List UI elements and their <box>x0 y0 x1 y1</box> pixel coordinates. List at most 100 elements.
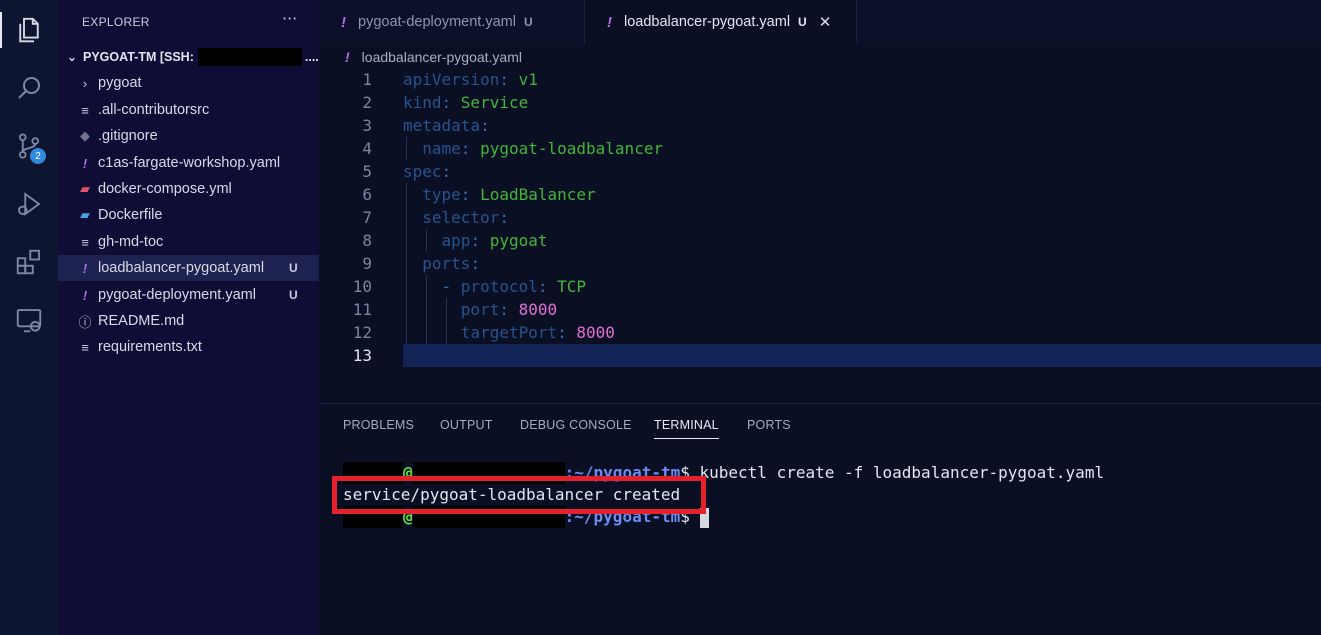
yaml-key: ports <box>422 254 471 273</box>
command-text: kubectl create -f loadbalancer-pygoat.ya… <box>699 463 1105 482</box>
line-number: 5 <box>362 162 372 181</box>
tree-item-all-contributorsrc[interactable]: ≡ .all-contributorsrc <box>58 97 319 123</box>
yaml-colon: : <box>460 185 481 204</box>
yaml-colon: : <box>499 208 509 227</box>
code-line[interactable]: 5 spec: <box>319 160 1321 183</box>
explorer-activity-button[interactable] <box>0 6 58 54</box>
code-line[interactable]: 9 ports: <box>319 252 1321 275</box>
yaml-value: LoadBalancer <box>480 185 596 204</box>
info-icon: ⓘ <box>78 314 92 330</box>
remote-explorer-icon <box>16 309 42 333</box>
yaml-key: spec <box>403 162 442 181</box>
docker-icon: ▰ <box>80 207 90 222</box>
tab-ports[interactable]: PORTS <box>747 418 791 432</box>
untracked-badge: U <box>289 261 298 275</box>
code-line[interactable]: 1 apiVersion: v1 <box>319 68 1321 91</box>
folder-ellipsis: .... <box>304 50 319 64</box>
tree-item-gitignore[interactable]: ◆ .gitignore <box>58 123 319 149</box>
code-line[interactable]: 3 metadata: <box>319 114 1321 137</box>
yaml-colon: : <box>441 162 452 181</box>
tree-item-c1as-fargate-workshop[interactable]: ! c1as-fargate-workshop.yaml <box>58 150 319 176</box>
line-content: kind: Service <box>403 91 528 114</box>
tree-item-label: pygoat-deployment.yaml <box>98 287 256 303</box>
code-line[interactable]: 8 app: pygoat <box>319 229 1321 252</box>
code-line[interactable]: 11 port: 8000 <box>319 298 1321 321</box>
code-line[interactable]: 6 type: LoadBalancer <box>319 183 1321 206</box>
tree-item-pygoat[interactable]: › pygoat <box>58 70 319 96</box>
annotation-highlight-box <box>332 476 706 514</box>
chevron-right-icon: › <box>82 75 88 91</box>
workspace-folder-header[interactable]: ⌄ PYGOAT-TM [SSH: .... <box>58 46 319 68</box>
tree-item-label: gh-md-toc <box>98 234 164 250</box>
line-content: metadata: <box>403 114 490 137</box>
breadcrumb[interactable]: ! loadbalancer-pygoat.yaml <box>345 48 522 66</box>
extensions-icon <box>16 249 40 275</box>
tree-item-label: .all-contributorsrc <box>98 102 210 118</box>
chevron-down-icon: ⌄ <box>66 50 78 64</box>
yaml-value: v1 <box>518 70 538 89</box>
yaml-value: TCP <box>557 277 587 296</box>
search-activity-button[interactable] <box>0 64 58 112</box>
code-line[interactable]: 10 - protocol: TCP <box>319 275 1321 298</box>
code-line[interactable]: 7 selector: <box>319 206 1321 229</box>
remote-explorer-activity-button[interactable] <box>0 296 58 344</box>
more-actions-button[interactable]: ··· <box>282 9 297 28</box>
line-content: ports: <box>403 252 480 275</box>
code-line[interactable]: 12 targetPort: 8000 <box>319 321 1321 344</box>
tab-terminal[interactable]: TERMINAL <box>654 418 719 439</box>
tree-item-readme[interactable]: ⓘ README.md <box>58 308 319 334</box>
tab-output[interactable]: OUTPUT <box>440 418 493 432</box>
yaml-key: apiVersion <box>403 70 500 89</box>
yaml-icon: ! <box>82 155 88 171</box>
line-content: name: pygoat-loadbalancer <box>403 137 663 160</box>
yaml-key: protocol <box>460 277 538 296</box>
yaml-value: pygoat <box>489 231 548 250</box>
code-editor[interactable]: 1 apiVersion: v1 2 kind: Service 3 metadata: 4… <box>319 68 1321 403</box>
line-number: 9 <box>362 254 372 273</box>
tree-item-label: loadbalancer-pygoat.yaml <box>98 260 265 276</box>
tree-item-loadbalancer-pygoat[interactable]: ! loadbalancer-pygoat.yaml U <box>58 255 319 281</box>
untracked-badge: U <box>289 288 298 302</box>
tab-label: pygoat-deployment.yaml <box>358 14 516 30</box>
tree-item-label: requirements.txt <box>98 339 202 355</box>
docker-compose-icon: ▰ <box>80 181 90 196</box>
code-line[interactable]: 13 <box>319 344 1321 367</box>
line-number: 8 <box>362 231 372 250</box>
code-line[interactable]: 4 name: pygoat-loadbalancer <box>319 137 1321 160</box>
tree-item-dockerfile[interactable]: ▰ Dockerfile <box>58 202 319 228</box>
tree-item-label: .gitignore <box>98 128 158 144</box>
yaml-colon: : <box>441 93 461 112</box>
tree-item-gh-md-toc[interactable]: ≡ gh-md-toc <box>58 229 319 255</box>
workspace-folder-label: PYGOAT-TM [SSH: <box>83 50 194 64</box>
yaml-key: selector <box>422 208 500 227</box>
indent: - <box>403 277 461 296</box>
breadcrumb-file: loadbalancer-pygoat.yaml <box>361 49 522 65</box>
line-number: 7 <box>362 208 372 227</box>
yaml-colon: : <box>460 139 481 158</box>
run-debug-activity-button[interactable] <box>0 180 58 228</box>
tree-item-pygoat-deployment[interactable]: ! pygoat-deployment.yaml U <box>58 282 319 308</box>
tab-problems[interactable]: PROBLEMS <box>343 418 414 432</box>
close-icon[interactable]: ✕ <box>819 13 832 31</box>
code-line[interactable]: 2 kind: Service <box>319 91 1321 114</box>
tree-item-requirements[interactable]: ≡ requirements.txt <box>58 334 319 360</box>
yaml-key: metadata <box>403 116 481 135</box>
run-debug-icon <box>18 192 41 216</box>
yaml-key: targetPort <box>460 323 558 342</box>
tab-debug-console[interactable]: DEBUG CONSOLE <box>520 418 632 432</box>
line-content: spec: <box>403 160 451 183</box>
source-control-activity-button[interactable]: 2 <box>0 122 58 170</box>
files-icon <box>19 17 39 43</box>
yaml-key: kind <box>403 93 442 112</box>
tree-item-docker-compose[interactable]: ▰ docker-compose.yml <box>58 176 319 202</box>
yaml-value: 8000 <box>518 300 558 319</box>
line-number: 2 <box>362 93 372 112</box>
tab-loadbalancer-pygoat[interactable]: ! loadbalancer-pygoat.yaml U ✕ <box>585 0 857 44</box>
tab-pygoat-deployment[interactable]: ! pygoat-deployment.yaml U <box>319 0 585 44</box>
tab-label: loadbalancer-pygoat.yaml <box>624 14 791 30</box>
line-number: 1 <box>362 70 372 89</box>
extensions-activity-button[interactable] <box>0 238 58 286</box>
